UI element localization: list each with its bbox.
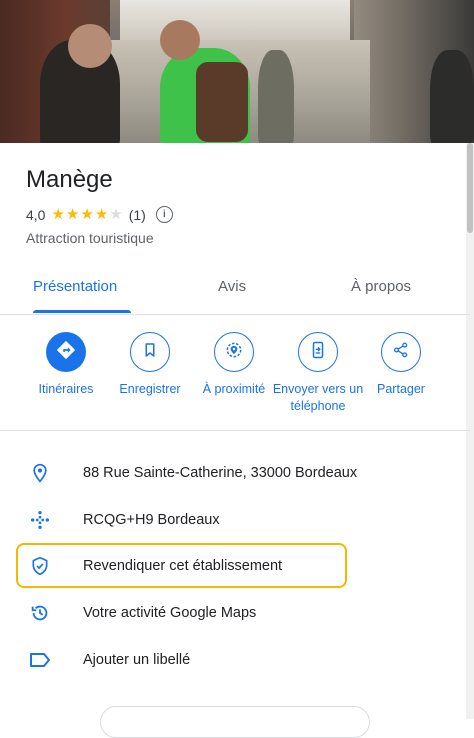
- scrollbar-thumb[interactable]: [467, 143, 473, 233]
- address-text: 88 Rue Sainte-Catherine, 33000 Bordeaux: [83, 465, 358, 481]
- share-button[interactable]: Partager: [351, 332, 451, 398]
- send-to-phone-button-circle: [298, 332, 338, 372]
- rating-stars: ★ ★ ★ ★ ★: [51, 207, 122, 222]
- info-icon[interactable]: i: [155, 206, 173, 223]
- photo-person: [258, 50, 294, 143]
- location-pin-icon: [28, 461, 52, 485]
- rating-row: 4,0 ★ ★ ★ ★ ★ (1) i: [26, 206, 173, 223]
- add-label-row[interactable]: Ajouter un libellé: [0, 640, 470, 680]
- tab-reviews[interactable]: Avis: [218, 278, 246, 295]
- tab-bar: Présentation Avis À propos: [0, 262, 470, 315]
- nearby-button-circle: [214, 332, 254, 372]
- star-filled-icon: ★: [51, 206, 65, 223]
- photo-person-head: [160, 20, 200, 60]
- action-bar: Itinéraires Enregistrer À proximité Envo…: [0, 330, 470, 431]
- active-tab-indicator: [33, 310, 131, 313]
- star-filled-icon: ★: [65, 206, 80, 223]
- star-empty-icon: ★: [109, 206, 123, 223]
- plus-code-text: RCQG+H9 Bordeaux: [83, 512, 220, 528]
- add-label-text: Ajouter un libellé: [83, 652, 191, 668]
- nearby-icon: [224, 340, 244, 365]
- shield-check-icon: [28, 554, 52, 578]
- save-button-circle: [130, 332, 170, 372]
- tab-overview[interactable]: Présentation: [33, 278, 117, 295]
- address-row[interactable]: 88 Rue Sainte-Catherine, 33000 Bordeaux: [0, 453, 470, 493]
- directions-icon: [55, 339, 77, 366]
- directions-button-circle: [46, 332, 86, 372]
- photo-backpack: [196, 62, 248, 142]
- bottom-suggest-button[interactable]: [100, 706, 370, 738]
- label-icon: [28, 648, 52, 672]
- share-icon: [392, 341, 410, 364]
- place-photo[interactable]: [0, 0, 474, 143]
- photo-person-head: [68, 24, 112, 68]
- tab-about[interactable]: À propos: [351, 278, 411, 295]
- maps-activity-row[interactable]: Votre activité Google Maps: [0, 593, 470, 633]
- bookmark-icon: [141, 341, 159, 364]
- review-count[interactable]: (1): [129, 207, 146, 223]
- photo-person: [430, 50, 474, 143]
- plus-code-icon: [28, 508, 52, 532]
- star-filled-icon: ★: [80, 206, 94, 223]
- share-label: Partager: [377, 382, 425, 396]
- claim-business-text: Revendiquer cet établissement: [83, 558, 283, 574]
- send-to-phone-icon: [309, 341, 327, 364]
- photo-sky: [120, 0, 350, 40]
- place-category[interactable]: Attraction touristique: [26, 230, 154, 246]
- maps-activity-text: Votre activité Google Maps: [83, 605, 257, 621]
- rating-value: 4,0: [26, 206, 46, 223]
- plus-code-row[interactable]: RCQG+H9 Bordeaux: [0, 500, 470, 540]
- claim-business-row[interactable]: Revendiquer cet établissement: [0, 546, 470, 586]
- star-filled-icon: ★: [94, 206, 109, 223]
- history-icon: [28, 601, 52, 625]
- place-title: Manège: [26, 166, 113, 193]
- share-button-circle: [381, 332, 421, 372]
